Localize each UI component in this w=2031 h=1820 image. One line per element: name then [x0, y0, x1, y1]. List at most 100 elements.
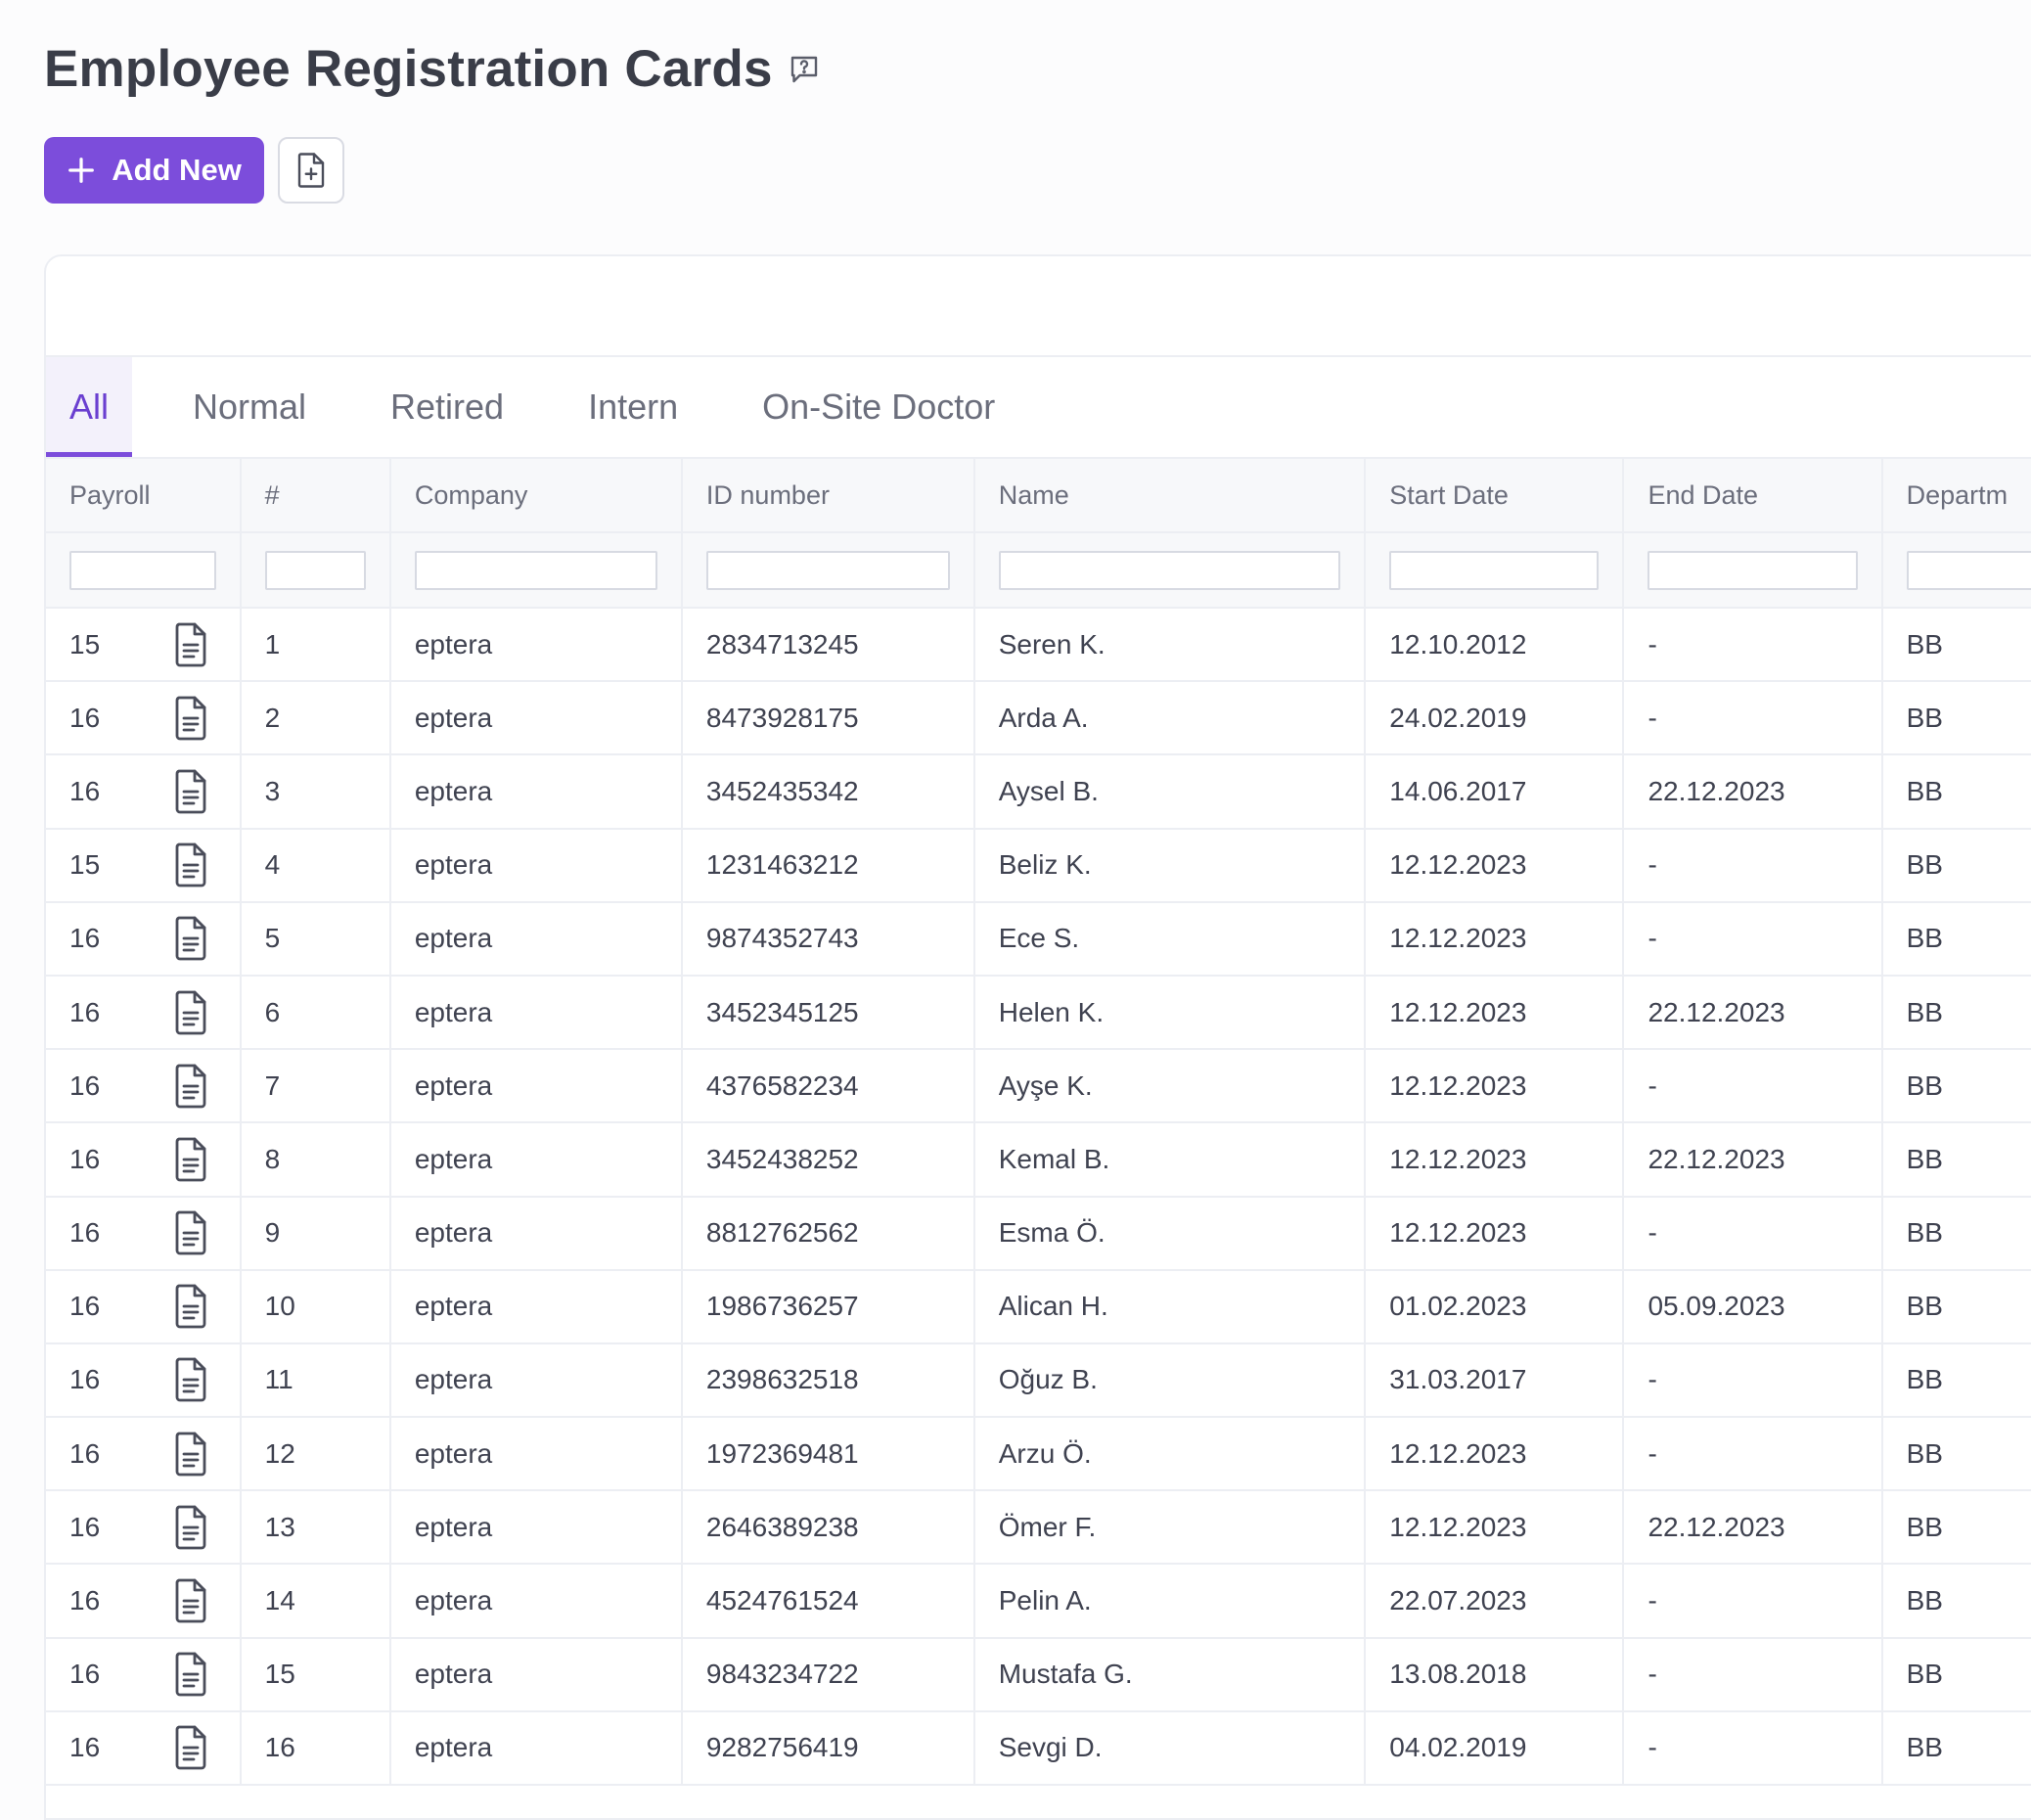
document-icon[interactable]	[171, 1577, 210, 1624]
name-cell: Kemal B.	[973, 1122, 1367, 1198]
document-icon[interactable]	[171, 695, 210, 742]
end-date-cell: -	[1623, 1049, 1883, 1124]
column-header-id-number[interactable]: ID number	[681, 459, 975, 533]
department-cell: BB	[1881, 1049, 2031, 1124]
document-icon[interactable]	[171, 1283, 210, 1330]
payroll-cell-content: 16	[69, 1577, 239, 1624]
department-cell: BB	[1881, 754, 2031, 830]
department-cell: BB	[1881, 975, 2031, 1051]
id-number-cell: 9843234722	[681, 1637, 975, 1712]
end-date-cell: -	[1623, 901, 1883, 977]
table-row[interactable]: 16 2 eptera 8473928175 Arda A. 24.02.2019- BB	[46, 681, 2031, 756]
table-row[interactable]: 16 7 eptera 4376582234 Ayşe K. 12.12.2023- BB	[46, 1049, 2031, 1124]
table-row[interactable]: 16 9 eptera 8812762562 Esma Ö. 12.12.2023- BB	[46, 1196, 2031, 1271]
document-icon[interactable]	[171, 1063, 210, 1110]
document-icon[interactable]	[171, 1431, 210, 1478]
payroll-cell-content: 16	[69, 989, 239, 1036]
filter-start-date-input[interactable]	[1389, 550, 1600, 590]
filter-payroll-input[interactable]	[69, 550, 216, 590]
table-row[interactable]: 16 10 eptera 1986736257 Alican H. 01.02.2023 0…	[46, 1269, 2031, 1344]
number-cell: 3	[240, 754, 391, 830]
payroll-value: 16	[69, 1069, 101, 1101]
filter-cell	[240, 532, 391, 609]
add-new-button[interactable]: Add New	[44, 137, 264, 204]
table-row[interactable]: 16 15 eptera 9843234722 Mustafa G. 13.08.2018…	[46, 1637, 2031, 1712]
table-row[interactable]: 16 16 eptera 9282756419 Sevgi D. 04.02.2019- B…	[46, 1710, 2031, 1787]
number-cell: 4	[240, 828, 391, 903]
filter-number-input[interactable]	[264, 550, 366, 590]
document-icon[interactable]	[171, 1724, 210, 1771]
payroll-value: 16	[69, 996, 101, 1027]
end-date-cell: -	[1623, 681, 1883, 756]
name-cell: Ayşe K.	[973, 1049, 1367, 1124]
department-cell: BB	[1881, 681, 2031, 756]
tab-normal[interactable]: Normal	[169, 357, 330, 457]
tab-on-site-doctor[interactable]: On-Site Doctor	[739, 357, 1018, 457]
company-cell: eptera	[389, 901, 683, 977]
payroll-cell-content: 16	[69, 1724, 239, 1771]
start-date-cell: 01.02.2023	[1365, 1269, 1625, 1344]
payroll-cell: 16	[46, 1710, 242, 1787]
table-row[interactable]: 16 3 eptera 3452435342 Aysel B. 14.06.2017 22.…	[46, 754, 2031, 830]
table-row[interactable]: 15 4 eptera 1231463212 Beliz K. 12.12.2023- BB	[46, 828, 2031, 903]
number-cell: 14	[240, 1564, 391, 1639]
end-date-cell: -	[1623, 1342, 1883, 1419]
toolbar: Add New	[44, 137, 344, 204]
column-header-number[interactable]: #	[240, 459, 391, 533]
tab-label: Retired	[390, 387, 505, 427]
new-document-button[interactable]	[278, 137, 344, 204]
column-header-name[interactable]: Name	[973, 459, 1367, 533]
department-cell: BB	[1881, 1417, 2031, 1492]
help-chat-icon[interactable]	[787, 52, 822, 87]
payroll-value: 15	[69, 628, 101, 660]
department-cell: BB	[1881, 1269, 2031, 1344]
document-icon[interactable]	[171, 1209, 210, 1256]
table-row[interactable]: 16 11 eptera 2398632518 Oğuz B. 31.03.2017- BB	[46, 1342, 2031, 1419]
filter-department-input[interactable]	[1906, 550, 2031, 590]
tab-retired[interactable]: Retired	[367, 357, 527, 457]
table-row[interactable]: 16 14 eptera 4524761524 Pelin A. 22.07.2023- B…	[46, 1564, 2031, 1639]
company-cell: eptera	[389, 1049, 683, 1124]
tab-intern[interactable]: Intern	[564, 357, 701, 457]
document-icon[interactable]	[171, 1651, 210, 1698]
tab-all[interactable]: All	[46, 357, 133, 457]
document-icon[interactable]	[171, 915, 210, 962]
id-number-cell: 3452435342	[681, 754, 975, 830]
column-header-company[interactable]: Company	[389, 459, 683, 533]
table-row[interactable]: 16 5 eptera 9874352743 Ece S. 12.12.2023- BB	[46, 901, 2031, 977]
id-number-cell: 8812762562	[681, 1196, 975, 1271]
table-row[interactable]: 16 6 eptera 3452345125 Helen K. 12.12.2023 22.…	[46, 975, 2031, 1051]
payroll-value: 16	[69, 1585, 101, 1616]
filter-name-input[interactable]	[998, 550, 1341, 590]
filter-id-number-input[interactable]	[705, 550, 950, 590]
department-cell: BB	[1881, 901, 2031, 977]
payroll-cell-content: 15	[69, 621, 239, 668]
document-icon[interactable]	[171, 1136, 210, 1183]
department-cell: BB	[1881, 1196, 2031, 1271]
table-header-row: Payroll # Company ID number Name Start D…	[46, 459, 2031, 533]
document-icon[interactable]	[171, 621, 210, 668]
start-date-cell: 04.02.2019	[1365, 1710, 1625, 1787]
department-cell: BB	[1881, 1564, 2031, 1639]
document-icon[interactable]	[171, 989, 210, 1036]
payroll-value: 16	[69, 1659, 101, 1690]
column-header-payroll[interactable]: Payroll	[46, 459, 242, 533]
column-header-department[interactable]: Departm	[1881, 459, 2031, 533]
id-number-cell: 4524761524	[681, 1564, 975, 1639]
payroll-cell: 16	[46, 1196, 242, 1271]
table-row[interactable]: 16 8 eptera 3452438252 Kemal B. 12.12.2023 22.…	[46, 1122, 2031, 1198]
document-icon[interactable]	[171, 768, 210, 815]
table-row[interactable]: 16 13 eptera 2646389238 Ömer F. 12.12.2023 22.…	[46, 1490, 2031, 1566]
column-header-start-date[interactable]: Start Date	[1365, 459, 1625, 533]
filter-end-date-input[interactable]	[1647, 550, 1858, 590]
column-header-end-date[interactable]: End Date	[1623, 459, 1883, 533]
document-icon[interactable]	[171, 1356, 210, 1403]
document-icon[interactable]	[171, 842, 210, 888]
document-icon[interactable]	[171, 1504, 210, 1551]
table-row[interactable]: 16 12 eptera 1972369481 Arzu Ö. 12.12.2023- BB	[46, 1417, 2031, 1492]
filter-company-input[interactable]	[414, 550, 657, 590]
table-row[interactable]: 15 1 eptera 2834713245 Seren K. 12.10.2012- BB	[46, 608, 2031, 683]
payroll-cell-content: 16	[69, 1504, 239, 1551]
payroll-cell-content: 16	[69, 695, 239, 742]
tab-label: All	[69, 387, 110, 427]
